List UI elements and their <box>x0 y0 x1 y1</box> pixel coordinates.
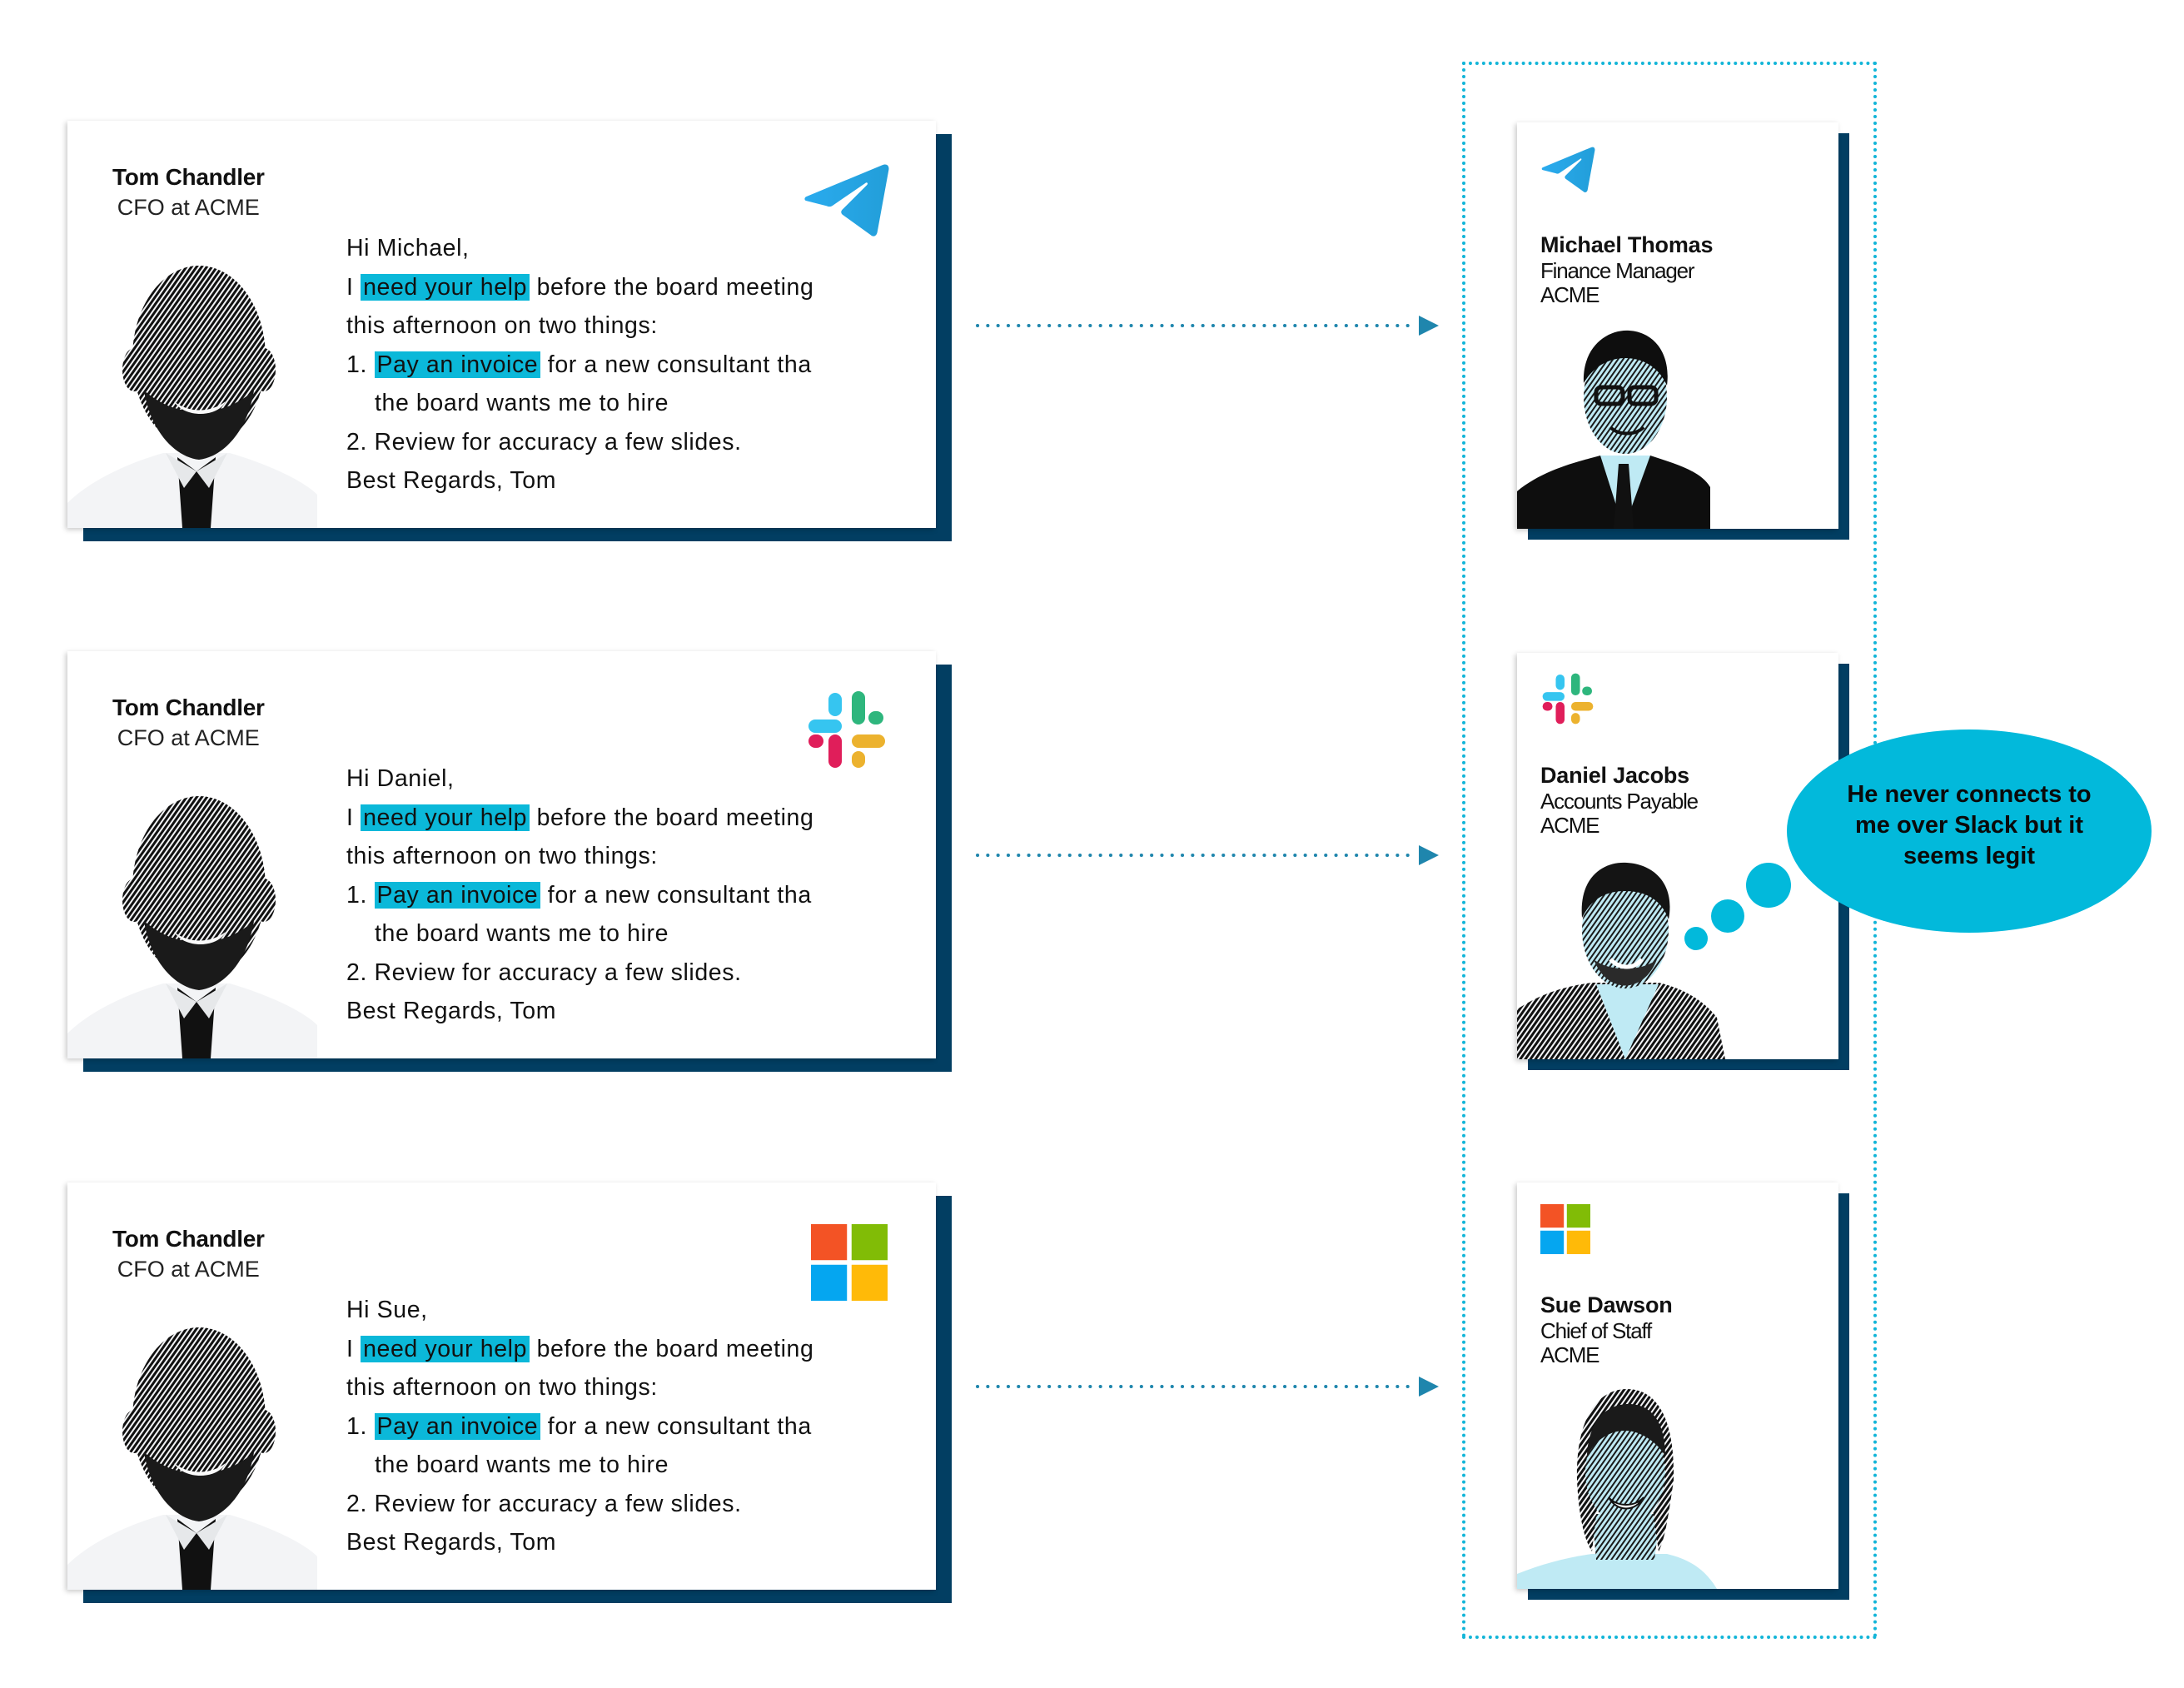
highlight-pay-invoice: Pay an invoice <box>374 1412 541 1440</box>
recipient-role: Chief of Staff <box>1540 1318 1652 1343</box>
recipient-name: Michael Thomas <box>1540 232 1714 257</box>
recipient-portrait <box>1517 1381 1734 1589</box>
recipient-role: Accounts Payable <box>1540 789 1699 814</box>
recipient-card-body: Daniel Jacobs Accounts Payable ACME <box>1517 653 1838 1059</box>
message-line: this afternoon on two things: <box>346 312 658 339</box>
highlight-pay-invoice: Pay an invoice <box>374 881 541 909</box>
recipient-card-body: Michael Thomas Finance Manager ACME <box>1517 122 1838 529</box>
message-line: I need your help before the board meetin… <box>346 268 813 307</box>
message-greeting: Hi Daniel, <box>346 765 455 792</box>
message-line: this afternoon on two things: <box>346 1374 658 1401</box>
sender-name: Tom Chandler <box>112 695 265 720</box>
message-body: Hi Michael, I need your help before the … <box>346 229 813 500</box>
recipient-card: Daniel Jacobs Accounts Payable ACME <box>1517 653 1849 1070</box>
text: I <box>346 804 354 831</box>
arrow-to-sue <box>976 1377 1439 1397</box>
message-line: I need your help before the board meetin… <box>346 1330 813 1369</box>
telegram-icon <box>1540 146 1595 193</box>
recipient-card: Sue Dawson Chief of Staff ACME <box>1517 1183 1849 1600</box>
arrow-head-icon <box>1419 1377 1439 1397</box>
slack-icon <box>805 688 888 771</box>
sender-role: CFO at ACME <box>117 1257 260 1282</box>
arrow-to-michael <box>976 316 1439 336</box>
email-card: Tom Chandler CFO at ACME Hi Sue, I need … <box>67 1183 952 1603</box>
sender-block: Tom Chandler CFO at ACME <box>112 693 265 753</box>
recipient-company: ACME <box>1540 282 1600 307</box>
text: 1. <box>346 351 367 378</box>
message-line: the board wants me to hire <box>375 920 669 947</box>
sender-name: Tom Chandler <box>112 1226 265 1252</box>
recipient-role: Finance Manager <box>1540 258 1695 283</box>
message-line: the board wants me to hire <box>375 390 669 416</box>
message-signoff: Best Regards, Tom <box>346 467 557 494</box>
text: before the board meeting <box>536 1335 814 1362</box>
sender-portrait <box>67 253 326 528</box>
thought-dot-large <box>1746 863 1791 908</box>
message-line: 2. Review for accuracy a few slides. <box>346 959 742 986</box>
thought-bubble-text: He never connects to me over Slack but i… <box>1847 780 2092 869</box>
message-signoff: Best Regards, Tom <box>346 998 557 1024</box>
text: before the board meeting <box>536 804 814 831</box>
message-line: I need your help before the board meetin… <box>346 799 813 838</box>
text: for a new consultant tha <box>547 1412 812 1440</box>
text: for a new consultant tha <box>547 881 812 909</box>
recipient-portrait <box>1517 321 1734 529</box>
recipient-name: Sue Dawson <box>1540 1292 1673 1317</box>
text: I <box>346 273 354 301</box>
highlight-pay-invoice: Pay an invoice <box>374 351 541 378</box>
recipient-company: ACME <box>1540 813 1600 838</box>
recipient-card: Michael Thomas Finance Manager ACME <box>1517 122 1849 540</box>
recipient-company: ACME <box>1540 1342 1600 1367</box>
email-card-body: Tom Chandler CFO at ACME Hi Sue, I need … <box>67 1183 936 1590</box>
message-greeting: Hi Sue, <box>346 1297 428 1323</box>
arrow-head-icon <box>1419 316 1439 336</box>
thought-dot-small <box>1684 927 1708 950</box>
message-line: 1. Pay an invoice for a new consultant t… <box>346 876 813 915</box>
highlight-need-help: need your help <box>361 1335 530 1362</box>
message-line: 1. Pay an invoice for a new consultant t… <box>346 1407 813 1447</box>
message-body: Hi Sue, I need your help before the boar… <box>346 1291 813 1562</box>
recipient-name: Daniel Jacobs <box>1540 763 1689 788</box>
email-card-body: Tom Chandler CFO at ACME Hi Michael, I n… <box>67 121 936 528</box>
message-greeting: Hi Michael, <box>346 235 470 261</box>
message-line: 2. Review for accuracy a few slides. <box>346 428 742 456</box>
message-body: Hi Daniel, I need your help before the b… <box>346 759 813 1031</box>
message-line: this afternoon on two things: <box>346 843 658 869</box>
text: 1. <box>346 1412 367 1440</box>
arrow-head-icon <box>1419 845 1439 865</box>
sender-role: CFO at ACME <box>117 725 260 750</box>
message-line: the board wants me to hire <box>375 1451 669 1478</box>
microsoft-icon <box>811 1224 888 1301</box>
microsoft-icon <box>1540 1204 1590 1254</box>
message-signoff: Best Regards, Tom <box>346 1529 557 1556</box>
highlight-need-help: need your help <box>361 804 530 831</box>
text: for a new consultant tha <box>547 351 812 378</box>
email-card-body: Tom Chandler CFO at ACME Hi Daniel, I ne… <box>67 651 936 1058</box>
slack-icon <box>1540 671 1595 726</box>
arrow-to-daniel <box>976 845 1439 865</box>
recipient-portrait <box>1517 851 1734 1059</box>
recipient-info: Sue Dawson Chief of Staff ACME <box>1540 1291 1673 1367</box>
text: before the board meeting <box>536 273 814 301</box>
thought-dot-medium <box>1711 899 1744 933</box>
highlight-need-help: need your help <box>361 273 530 301</box>
recipient-info: Michael Thomas Finance Manager ACME <box>1540 231 1713 307</box>
text: 1. <box>346 881 367 909</box>
telegram-icon <box>802 162 890 237</box>
sender-block: Tom Chandler CFO at ACME <box>112 1224 265 1284</box>
message-line: 2. Review for accuracy a few slides. <box>346 1490 742 1517</box>
sender-block: Tom Chandler CFO at ACME <box>112 162 265 222</box>
sender-portrait <box>67 784 326 1058</box>
sender-portrait <box>67 1315 326 1590</box>
email-card: Tom Chandler CFO at ACME Hi Michael, I n… <box>67 121 952 541</box>
sender-name: Tom Chandler <box>112 164 265 190</box>
sender-role: CFO at ACME <box>117 195 260 220</box>
email-card: Tom Chandler CFO at ACME Hi Daniel, I ne… <box>67 651 952 1072</box>
recipient-info: Daniel Jacobs Accounts Payable ACME <box>1540 761 1699 838</box>
recipient-card-body: Sue Dawson Chief of Staff ACME <box>1517 1183 1838 1589</box>
text: I <box>346 1335 354 1362</box>
thought-bubble: He never connects to me over Slack but i… <box>1787 729 2152 933</box>
message-line: 1. Pay an invoice for a new consultant t… <box>346 346 813 385</box>
